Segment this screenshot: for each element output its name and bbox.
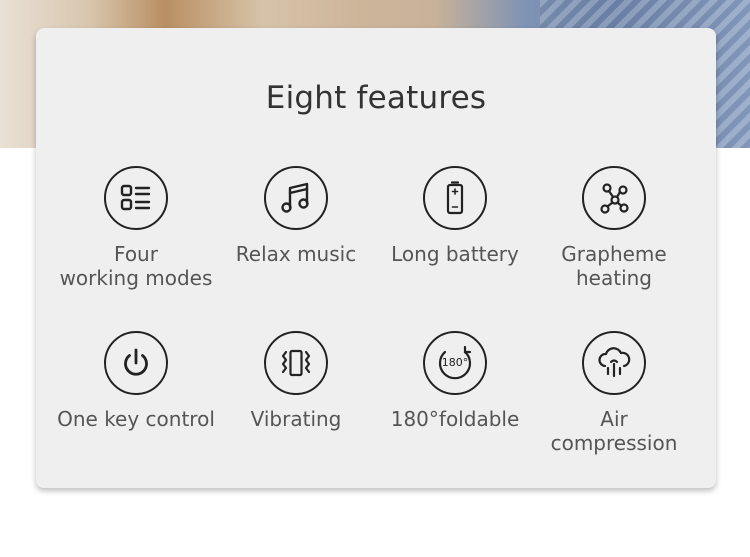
feature-vibrating: Vibrating — [211, 331, 381, 431]
feature-180-foldable: 180° 180°foldable — [370, 331, 540, 431]
svg-text:180°: 180° — [442, 356, 469, 369]
graphene-molecule-icon — [582, 166, 646, 230]
rotate-180-icon: 180° — [423, 331, 487, 395]
feature-label: Vibrating — [250, 407, 342, 431]
feature-label: Relax music — [235, 242, 357, 266]
feature-long-battery: Long battery — [370, 166, 540, 266]
feature-grapheme-heating: Grapheme heating — [529, 166, 699, 290]
feature-four-working-modes: Four working modes — [51, 166, 221, 290]
feature-label: 180°foldable — [390, 407, 520, 431]
air-cloud-icon — [582, 331, 646, 395]
feature-relax-music: Relax music — [211, 166, 381, 266]
feature-label: Air compression — [550, 407, 678, 455]
feature-label: Four working modes — [59, 242, 213, 290]
vibration-icon — [264, 331, 328, 395]
feature-one-key-control: One key control — [51, 331, 221, 431]
battery-icon — [423, 166, 487, 230]
power-icon — [104, 331, 168, 395]
feature-label: Long battery — [391, 242, 519, 266]
features-card: Eight features Four working modes Relax — [36, 28, 716, 488]
page-title: Eight features — [265, 80, 487, 116]
music-note-icon — [264, 166, 328, 230]
feature-air-compression: Air compression — [529, 331, 699, 455]
feature-label: One key control — [57, 407, 215, 431]
feature-label: Grapheme heating — [561, 242, 667, 290]
list-grid-icon — [104, 166, 168, 230]
